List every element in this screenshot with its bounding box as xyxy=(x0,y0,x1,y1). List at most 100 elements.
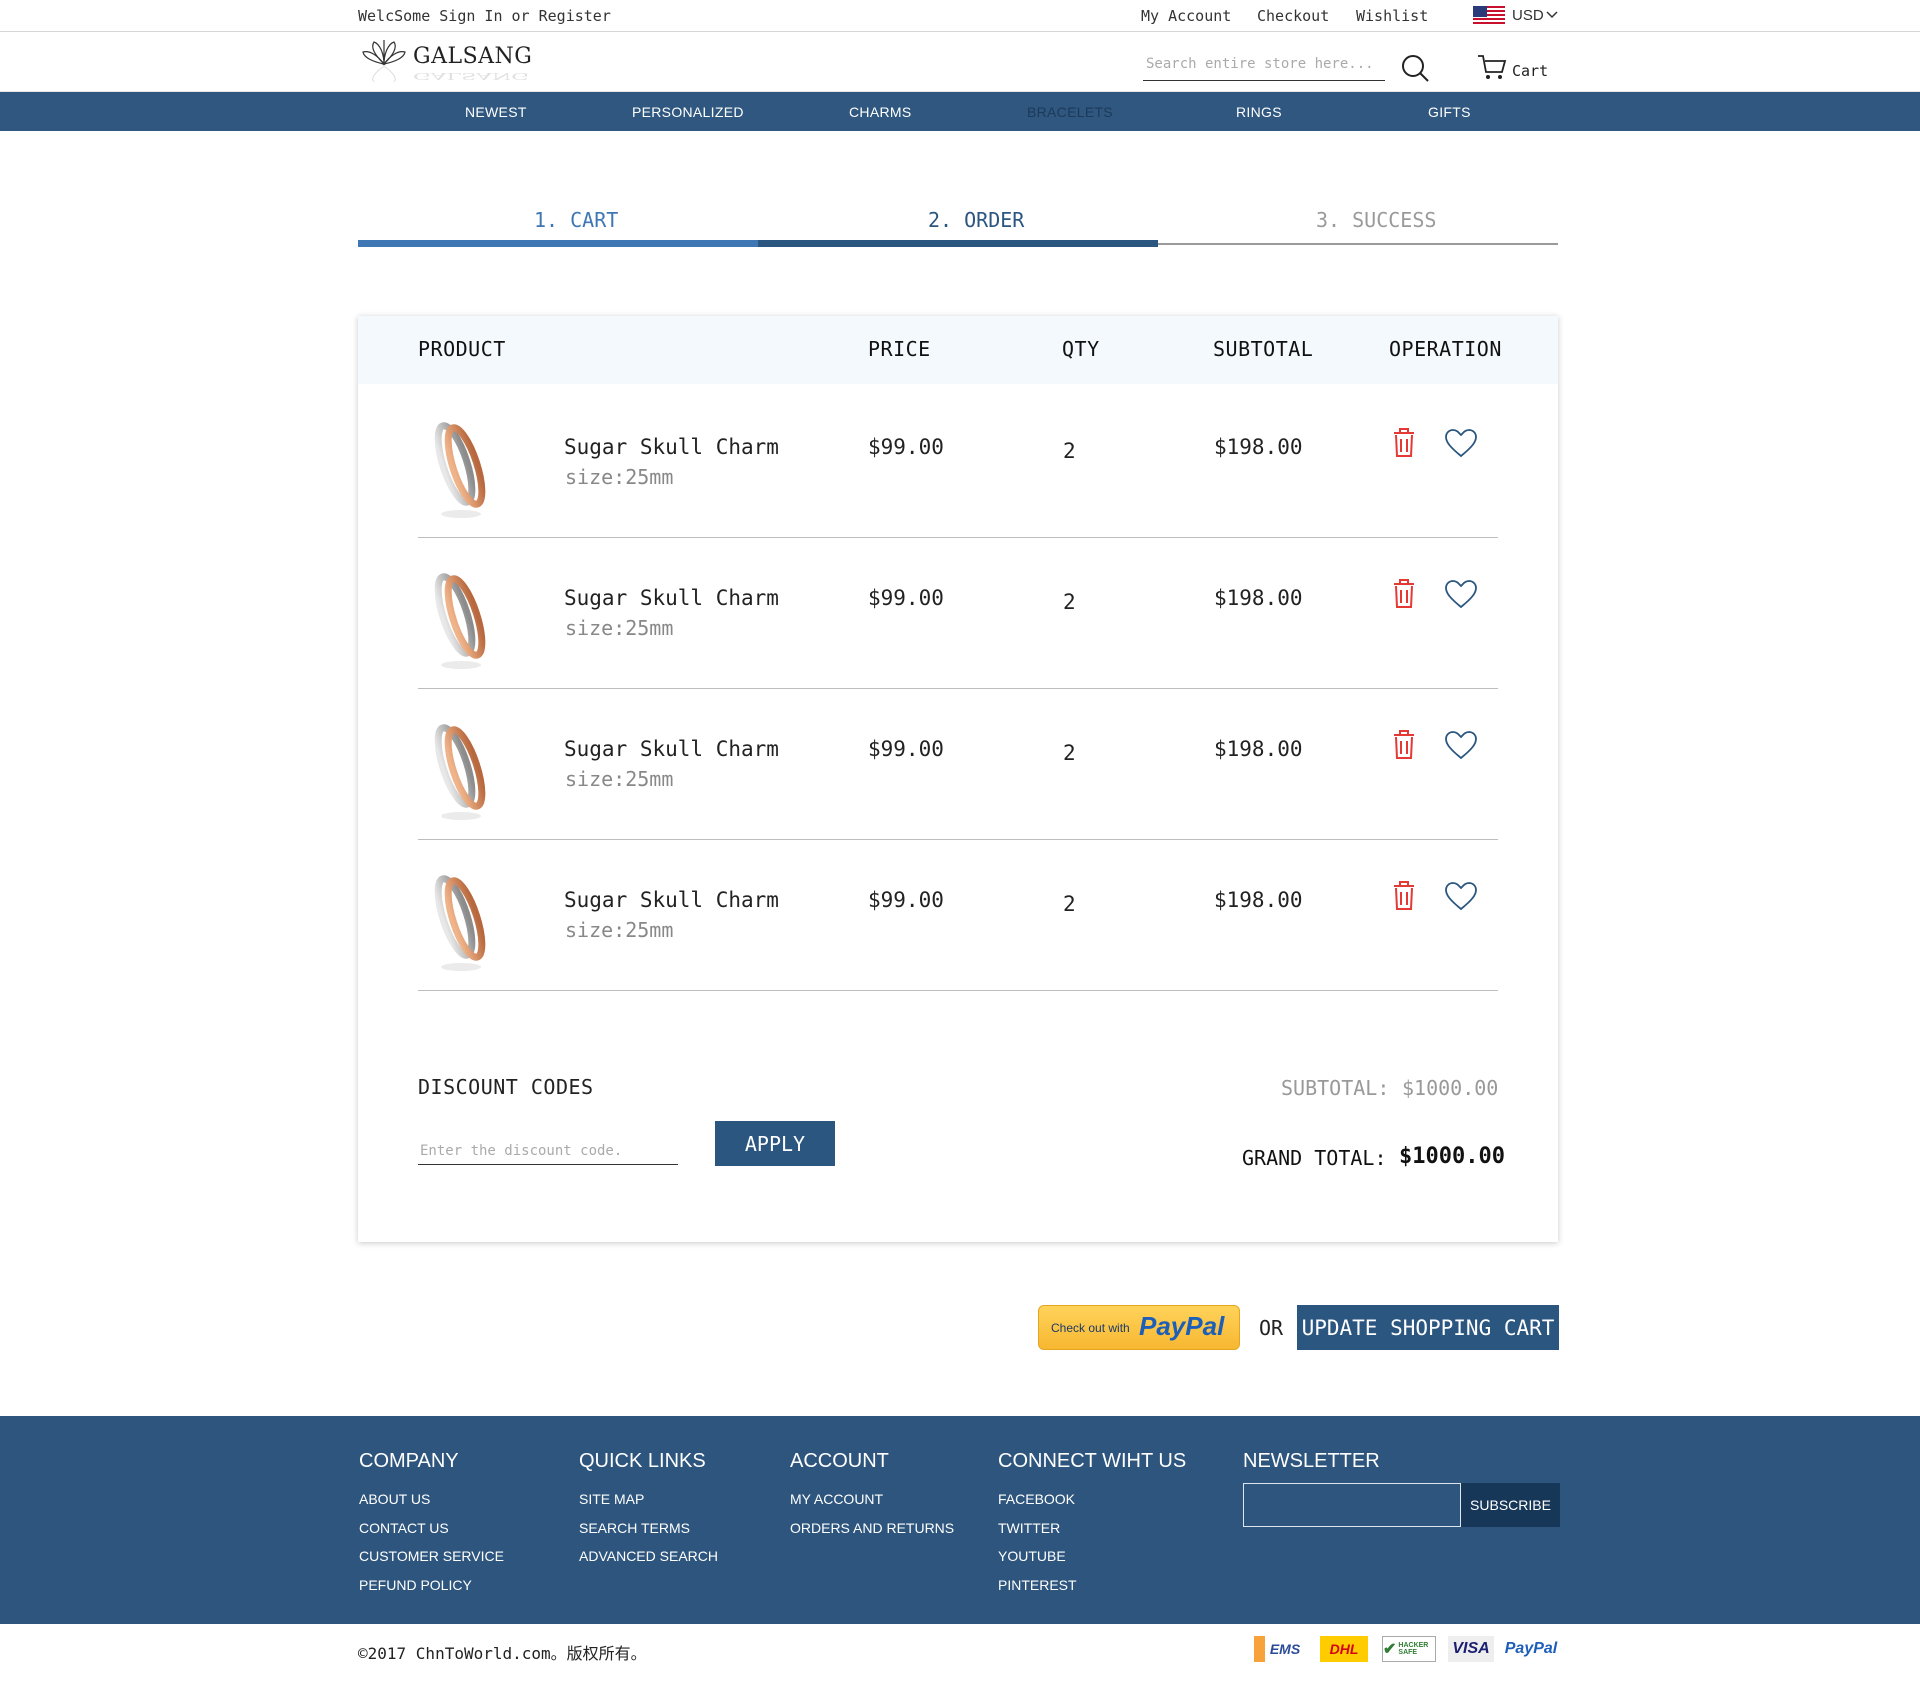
footer-link[interactable]: YOUTUBE xyxy=(998,1548,1066,1564)
discount-code-input[interactable]: Enter the discount code. xyxy=(420,1143,622,1159)
search-underline xyxy=(1143,80,1385,81)
subtotal-value: $1000.00 xyxy=(1402,1076,1499,1100)
welcome-signin-register[interactable]: WelcSome Sign In or Register xyxy=(358,7,611,25)
product-ring-image[interactable] xyxy=(425,867,495,977)
footer-column-title: QUICK LINKS xyxy=(579,1450,706,1472)
product-price: $99.00 xyxy=(868,435,944,459)
heart-icon[interactable] xyxy=(1444,428,1478,458)
step-order-bar xyxy=(758,240,1158,247)
nav-item-newest[interactable]: NEWEST xyxy=(465,104,527,120)
product-price: $99.00 xyxy=(868,737,944,761)
trash-icon[interactable] xyxy=(1390,426,1418,458)
product-qty[interactable]: 2 xyxy=(1063,590,1076,614)
us-flag-icon[interactable] xyxy=(1473,6,1505,26)
product-ring-image[interactable] xyxy=(425,565,495,675)
footer-link[interactable]: ADVANCED SEARCH xyxy=(579,1548,718,1564)
subscribe-button[interactable]: SUBSCRIBE xyxy=(1461,1483,1560,1527)
footer-link[interactable]: CUSTOMER SERVICE xyxy=(359,1548,504,1564)
hacker-safe-icon: ✔ HACKER SAFE xyxy=(1382,1636,1436,1662)
cart-label[interactable]: Cart xyxy=(1512,62,1548,80)
product-name[interactable]: Sugar Skull Charm xyxy=(564,435,779,459)
row-divider xyxy=(418,990,1498,991)
search-input[interactable]: Search entire store here... xyxy=(1146,56,1374,72)
product-price: $99.00 xyxy=(868,586,944,610)
heart-icon[interactable] xyxy=(1444,881,1478,911)
footer-column-title: CONNECT WIHT US xyxy=(998,1450,1187,1472)
product-subtotal: $198.00 xyxy=(1214,737,1303,761)
footer-column-title: ACCOUNT xyxy=(790,1450,889,1472)
footer-link[interactable]: FACEBOOK xyxy=(998,1491,1075,1507)
product-name[interactable]: Sugar Skull Charm xyxy=(564,586,779,610)
step-success: 3. SUCCESS xyxy=(1316,208,1437,232)
product-subtotal: $198.00 xyxy=(1214,586,1303,610)
paypal-checkout-button[interactable]: Check out with PayPal xyxy=(1038,1305,1240,1350)
my-account-link[interactable]: My Account xyxy=(1141,7,1231,25)
logo-text[interactable]: GALSANG xyxy=(413,44,532,69)
checkout-link[interactable]: Checkout xyxy=(1257,7,1329,25)
row-divider xyxy=(418,688,1498,689)
product-qty[interactable]: 2 xyxy=(1063,439,1076,463)
footer xyxy=(0,1416,1920,1624)
nav-item-bracelets[interactable]: BRACELETS xyxy=(1027,104,1113,120)
newsletter-email-input[interactable] xyxy=(1243,1483,1461,1527)
heart-icon[interactable] xyxy=(1444,730,1478,760)
paypal-label: PayPal xyxy=(1504,1640,1558,1657)
footer-link[interactable]: SEARCH TERMS xyxy=(579,1520,690,1536)
chevron-down-icon[interactable] xyxy=(1545,8,1559,22)
dhl-icon: DHL xyxy=(1320,1636,1368,1662)
product-qty[interactable]: 2 xyxy=(1063,892,1076,916)
logo-reflection: GALSANG xyxy=(413,70,529,81)
nav-item-personalized[interactable]: PERSONALIZED xyxy=(632,104,744,120)
footer-link[interactable]: MY ACCOUNT xyxy=(790,1491,883,1507)
discount-codes-title: DISCOUNT CODES xyxy=(418,1075,594,1099)
header-operation: OPERATION xyxy=(1389,337,1502,361)
footer-link[interactable]: TWITTER xyxy=(998,1520,1060,1536)
update-shopping-cart-button[interactable]: UPDATE SHOPPING CART xyxy=(1297,1305,1559,1350)
row-divider xyxy=(418,537,1498,538)
product-name[interactable]: Sugar Skull Charm xyxy=(564,888,779,912)
header: GALSANG GALSANG Search entire store here… xyxy=(0,32,1920,92)
nav-item-rings[interactable]: RINGS xyxy=(1236,104,1282,120)
visa-label: VISA xyxy=(1452,1640,1490,1657)
currency-selector[interactable]: USD xyxy=(1512,7,1544,24)
product-subtotal: $198.00 xyxy=(1214,435,1303,459)
ems-label: EMS xyxy=(1269,1641,1301,1657)
logo-flower-icon[interactable] xyxy=(360,38,408,82)
trash-icon[interactable] xyxy=(1390,879,1418,911)
heart-icon[interactable] xyxy=(1444,579,1478,609)
copyright-text: ©2017 ChnToWorld.com。版权所有。 xyxy=(358,1644,647,1663)
subtotal-label: SUBTOTAL: xyxy=(1281,1076,1390,1100)
footer-link[interactable]: ORDERS AND RETURNS xyxy=(790,1520,954,1536)
footer-link[interactable]: PEFUND POLICY xyxy=(359,1577,472,1593)
trash-icon[interactable] xyxy=(1390,728,1418,760)
footer-column-title: COMPANY xyxy=(359,1450,459,1472)
visa-icon: VISA xyxy=(1448,1636,1494,1662)
product-ring-image[interactable] xyxy=(425,414,495,524)
search-icon[interactable] xyxy=(1401,54,1431,84)
header-product: PRODUCT xyxy=(418,337,506,361)
wishlist-link[interactable]: Wishlist xyxy=(1356,7,1428,25)
trash-icon[interactable] xyxy=(1390,577,1418,609)
step-cart-bar xyxy=(358,240,758,247)
product-qty[interactable]: 2 xyxy=(1063,741,1076,765)
paypal-prefix: Check out with xyxy=(1051,1321,1130,1335)
row-divider xyxy=(418,839,1498,840)
nav-item-gifts[interactable]: GIFTS xyxy=(1428,104,1471,120)
nav-item-charms[interactable]: CHARMS xyxy=(849,104,911,120)
footer-link[interactable]: SITE MAP xyxy=(579,1491,644,1507)
header-qty: QTY xyxy=(1062,337,1100,361)
footer-link[interactable]: PINTEREST xyxy=(998,1577,1077,1593)
or-text: OR xyxy=(1259,1316,1284,1340)
step-cart: 1. CART xyxy=(534,208,619,232)
apply-button[interactable]: APPLY xyxy=(715,1121,835,1166)
cart-icon[interactable] xyxy=(1477,54,1507,82)
product-name[interactable]: Sugar Skull Charm xyxy=(564,737,779,761)
header-subtotal: SUBTOTAL xyxy=(1213,337,1314,361)
paypal-icon: PayPal xyxy=(1502,1636,1560,1662)
product-ring-image[interactable] xyxy=(425,716,495,826)
footer-link[interactable]: ABOUT US xyxy=(359,1491,430,1507)
footer-link[interactable]: CONTACT US xyxy=(359,1520,449,1536)
product-size: size:25mm xyxy=(565,767,674,791)
paypal-brand: PayPal xyxy=(1139,1311,1225,1341)
footer-newsletter-title: NEWSLETTER xyxy=(1243,1450,1380,1472)
